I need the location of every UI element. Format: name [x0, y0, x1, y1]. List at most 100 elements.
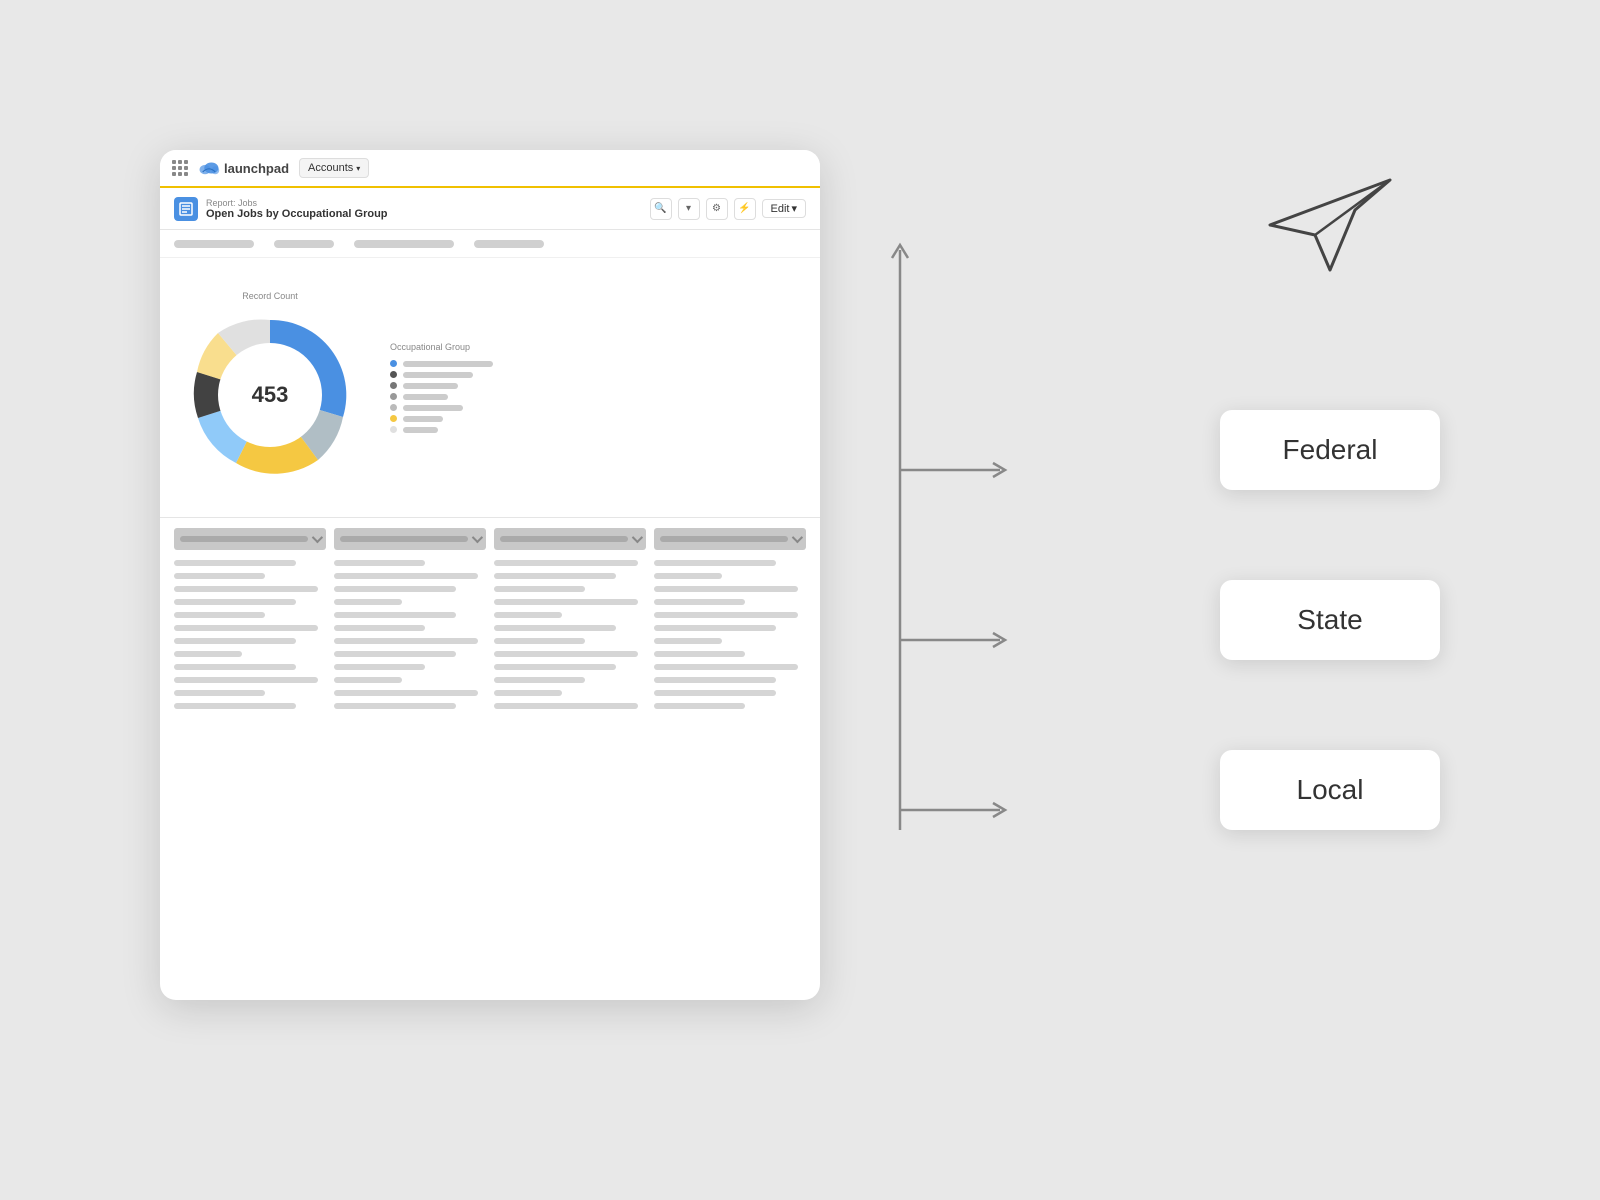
bolt-icon-button[interactable]: ⚡: [734, 198, 756, 220]
cell: [654, 690, 776, 696]
sort-icon-c: [632, 532, 643, 543]
cell: [174, 638, 296, 644]
filter-pill-3: [354, 240, 454, 248]
cell: [174, 560, 296, 566]
legend-title: Occupational Group: [390, 342, 493, 352]
chart-left: Record Count: [180, 291, 360, 485]
legend-bar-7: [403, 427, 438, 433]
cell: [654, 625, 776, 631]
cell: [174, 703, 296, 709]
cell: [494, 690, 562, 696]
search-icon-button[interactable]: 🔍: [650, 198, 672, 220]
col-header-bar-a: [180, 536, 308, 542]
table-row: [174, 612, 806, 618]
filter-icon-button[interactable]: ▾: [678, 198, 700, 220]
col-header-d[interactable]: [654, 528, 806, 550]
report-name: Open Jobs by Occupational Group: [206, 208, 388, 220]
cell: [334, 560, 425, 566]
cell: [494, 638, 585, 644]
cell: [494, 664, 616, 670]
right-side: Federal State Local: [880, 150, 1460, 1000]
cell: [334, 625, 425, 631]
logo-text: launchpad: [224, 161, 289, 176]
cell: [654, 573, 722, 579]
cell: [334, 599, 402, 605]
legend-dot-3: [390, 382, 397, 389]
legend-dot-6: [390, 415, 397, 422]
cell: [174, 573, 265, 579]
local-label-box: Local: [1220, 750, 1440, 830]
legend-bar-5: [403, 405, 463, 411]
col-header-b[interactable]: [334, 528, 486, 550]
grid-icon[interactable]: [172, 160, 188, 176]
report-label: Report: Jobs: [206, 198, 388, 208]
table-row: [174, 638, 806, 644]
donut-chart: 453: [180, 305, 360, 485]
cell: [654, 560, 776, 566]
table-row: [174, 664, 806, 670]
table-row: [174, 599, 806, 605]
cell: [654, 586, 798, 592]
cell: [174, 625, 318, 631]
chevron-down-icon: ▾: [356, 164, 360, 173]
table-row: [174, 560, 806, 566]
report-titles: Report: Jobs Open Jobs by Occupational G…: [206, 198, 388, 220]
cell: [494, 560, 638, 566]
col-header-a[interactable]: [174, 528, 326, 550]
cell: [334, 638, 478, 644]
legend-bar-2: [403, 372, 473, 378]
cell: [334, 690, 478, 696]
table-area: [160, 518, 820, 719]
legend-bar-6: [403, 416, 443, 422]
table-rows-group: [174, 560, 806, 709]
legend-dot-1: [390, 360, 397, 367]
legend-item-3: [390, 382, 493, 389]
cell: [654, 703, 745, 709]
cell: [494, 612, 562, 618]
state-label: State: [1297, 604, 1362, 636]
state-label-box: State: [1220, 580, 1440, 660]
cell: [334, 664, 425, 670]
report-header: Report: Jobs Open Jobs by Occupational G…: [160, 188, 820, 230]
table-row: [174, 651, 806, 657]
filter-pill-4: [474, 240, 544, 248]
cell: [494, 586, 585, 592]
paper-plane-icon: [1260, 170, 1400, 280]
federal-label-box: Federal: [1220, 410, 1440, 490]
cell: [654, 599, 745, 605]
col-header-bar-b: [340, 536, 468, 542]
cell: [654, 664, 798, 670]
edit-button[interactable]: Edit ▾: [762, 199, 807, 218]
cell: [334, 573, 478, 579]
cell: [174, 586, 318, 592]
legend-dot-5: [390, 404, 397, 411]
cell: [654, 612, 798, 618]
report-icon: [179, 202, 193, 216]
legend-item-7: [390, 426, 493, 433]
table-header-row: [174, 528, 806, 550]
legend-item-5: [390, 404, 493, 411]
report-icon-box: [174, 197, 198, 221]
legend-bar-3: [403, 383, 458, 389]
settings-icon-button[interactable]: ⚙: [706, 198, 728, 220]
sort-icon-b: [472, 532, 483, 543]
cell: [334, 612, 456, 618]
cell: [174, 612, 265, 618]
cell: [654, 638, 722, 644]
report-actions: 🔍 ▾ ⚙ ⚡ Edit ▾: [650, 198, 807, 220]
table-row: [174, 573, 806, 579]
legend-item-6: [390, 415, 493, 422]
col-header-bar-d: [660, 536, 788, 542]
cell: [654, 677, 776, 683]
record-count-label: Record Count: [242, 291, 298, 301]
table-row: [174, 703, 806, 709]
col-header-c[interactable]: [494, 528, 646, 550]
report-title-group: Report: Jobs Open Jobs by Occupational G…: [174, 197, 388, 221]
accounts-button[interactable]: Accounts ▾: [299, 158, 369, 178]
cell: [174, 664, 296, 670]
legend-dot-7: [390, 426, 397, 433]
chevron-down-icon: ▾: [791, 202, 797, 215]
filter-pill-2: [274, 240, 334, 248]
legend-item-1: [390, 360, 493, 367]
legend-dot-4: [390, 393, 397, 400]
